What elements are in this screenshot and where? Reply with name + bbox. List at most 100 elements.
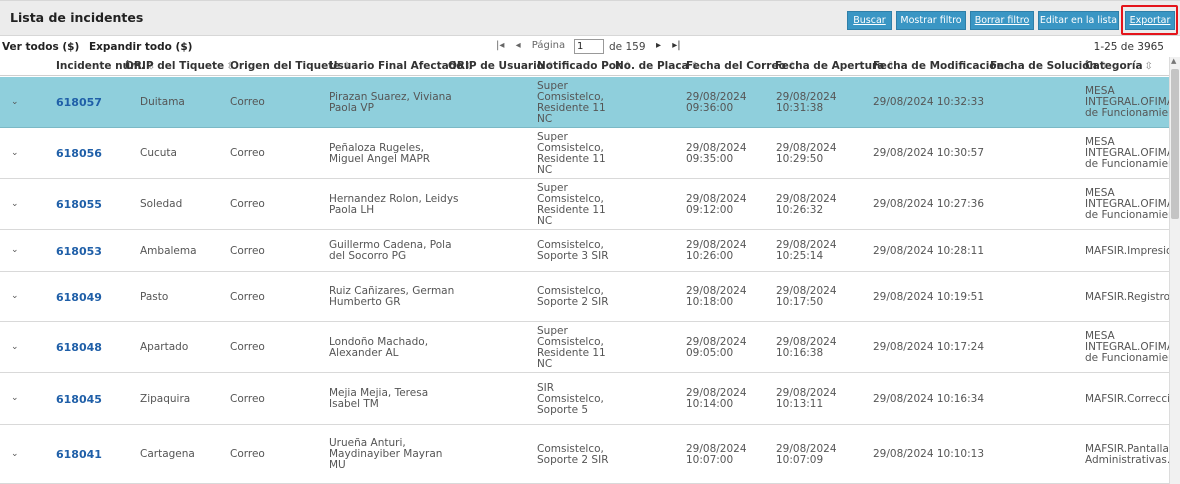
page-label: Página	[531, 40, 566, 51]
email-date-cell: 29/08/2024 10:18:00	[686, 285, 747, 308]
opening-date-cell: 29/08/2024 10:07:09	[776, 443, 837, 466]
orip-cell: Ambalema	[140, 245, 197, 257]
email-date-cell: 29/08/2024 09:12:00	[686, 193, 747, 216]
category-cell: MESA INTEGRAL.OFIMATI de Funcionamiento	[1085, 187, 1180, 221]
last-page-icon[interactable]: ▸|	[672, 40, 680, 51]
incident-number-link[interactable]: 618041	[56, 449, 102, 460]
orip-cell: Cartagena	[140, 448, 195, 460]
incident-number-link[interactable]: 618049	[56, 292, 102, 303]
table-row[interactable]: ⌄ 618057 Duitama Correo Pirazan Suarez, Vivi…	[0, 77, 1180, 128]
prev-page-icon[interactable]: ◂	[516, 40, 521, 51]
table-row[interactable]: ⌄ 618045 Zipaquira Correo Mejia Mejia, Teres…	[0, 373, 1180, 425]
end-user-cell: Pirazan Suarez, Viviana Paola VP	[329, 91, 452, 114]
page-number-input[interactable]	[574, 39, 604, 54]
page-title: Lista de incidentes	[10, 10, 144, 25]
column-header-label: Origen del Tiquete	[230, 60, 341, 72]
search-button[interactable]: Buscar	[847, 11, 892, 30]
incident-number-link[interactable]: 618057	[56, 97, 102, 108]
orip-cell: Cucuta	[140, 147, 177, 159]
expand-all-link[interactable]: Expandir todo ($)	[89, 41, 193, 53]
notified-by-cell: Comsistelco, Soporte 3 SIR	[537, 239, 609, 262]
chevron-down-icon[interactable]: ⌄	[11, 148, 19, 158]
chevron-down-icon[interactable]: ⌄	[11, 245, 19, 255]
notified-by-cell: Super Comsistelco, Residente 11 NC	[537, 80, 606, 125]
show-filter-button[interactable]: Mostrar filtro	[896, 11, 966, 30]
category-cell: MESA INTEGRAL.OFIMATI de Funcionamiento	[1085, 330, 1180, 364]
modified-date-cell: 29/08/2024 10:28:11	[873, 245, 985, 257]
edit-in-list-button[interactable]: Editar en la lista	[1038, 11, 1119, 30]
modified-date-cell: 29/08/2024 10:17:24	[873, 341, 985, 353]
notified-by-cell: Super Comsistelco, Residente 11 NC	[537, 325, 606, 370]
chevron-down-icon[interactable]: ⌄	[11, 393, 19, 403]
modified-date-cell: 29/08/2024 10:27:36	[873, 198, 985, 210]
notified-by-cell: Comsistelco, Soporte 2 SIR	[537, 443, 609, 466]
category-cell: MAFSIR.Impresion	[1085, 245, 1180, 257]
next-page-icon[interactable]: ▸	[656, 40, 661, 51]
opening-date-cell: 29/08/2024 10:25:14	[776, 239, 837, 262]
column-header-label: Notificado Por	[537, 60, 622, 72]
table-row[interactable]: ⌄ 618056 Cucuta Correo Peñaloza Rugeles, Migu…	[0, 128, 1180, 179]
table-row[interactable]: ⌄ 618048 Apartado Correo Londoño Machado, Ale…	[0, 322, 1180, 373]
origin-cell: Correo	[230, 393, 265, 405]
column-header-label: ORIP del Tiquete	[125, 60, 225, 72]
opening-date-cell: 29/08/2024 10:26:32	[776, 193, 837, 216]
chevron-down-icon[interactable]: ⌄	[11, 97, 19, 107]
page-total-label: de 159	[609, 41, 646, 53]
vertical-scrollbar[interactable]: ▲	[1169, 57, 1180, 484]
notified-by-cell: Comsistelco, Soporte 2 SIR	[537, 285, 609, 308]
notified-by-cell: Super Comsistelco, Residente 11 NC	[537, 182, 606, 227]
origin-cell: Correo	[230, 147, 265, 159]
origin-cell: Correo	[230, 448, 265, 460]
end-user-cell: Urueña Anturi, Maydinayiber Mayran MU	[329, 437, 443, 471]
modified-date-cell: 29/08/2024 10:16:34	[873, 393, 985, 405]
table-row[interactable]: ⌄ 618041 Cartagena Correo Urueña Anturi, Mayd…	[0, 425, 1180, 484]
opening-date-cell: 29/08/2024 10:17:50	[776, 285, 837, 308]
category-cell: MESA INTEGRAL.OFIMATI de Funcionamiento	[1085, 85, 1180, 119]
chevron-down-icon[interactable]: ⌄	[11, 291, 19, 301]
table-row[interactable]: ⌄ 618053 Ambalema Correo Guillermo Cadena, P…	[0, 230, 1179, 272]
list-title-bar: Lista de incidentes Buscar Mostrar filtr…	[0, 0, 1180, 36]
origin-cell: Correo	[230, 96, 265, 108]
origin-cell: Correo	[230, 198, 265, 210]
chevron-down-icon[interactable]: ⌄	[11, 199, 19, 209]
incident-number-link[interactable]: 618048	[56, 342, 102, 353]
end-user-cell: Londoño Machado, Alexander AL	[329, 336, 429, 359]
column-header-12[interactable]: Categoría ⇳	[1085, 60, 1153, 72]
incident-number-link[interactable]: 618056	[56, 148, 102, 159]
column-header-row: Incidente núm. ⇳ ORIP del Tiquete ⇳ Origen d…	[0, 57, 1180, 76]
scrollbar-thumb[interactable]	[1171, 69, 1179, 219]
chevron-down-icon[interactable]: ⌄	[11, 342, 19, 352]
modified-date-cell: 29/08/2024 10:10:13	[873, 448, 985, 460]
incident-number-link[interactable]: 618055	[56, 199, 102, 210]
email-date-cell: 29/08/2024 10:26:00	[686, 239, 747, 262]
notified-by-cell: Super Comsistelco, Residente 11 NC	[537, 131, 606, 176]
sort-arrows-icon[interactable]: ⇳	[1145, 61, 1153, 72]
incident-number-link[interactable]: 618053	[56, 246, 102, 257]
end-user-cell: Mejia Mejia, Teresa Isabel TM	[329, 387, 429, 410]
table-row[interactable]: ⌄ 618055 Soledad Correo Hernandez Rolon, Lei…	[0, 179, 1180, 230]
first-page-icon[interactable]: |◂	[496, 40, 504, 51]
category-cell: MAFSIR.Correccion	[1085, 393, 1180, 405]
view-all-link[interactable]: Ver todos ($)	[2, 41, 79, 53]
orip-cell: Soledad	[140, 198, 183, 210]
origin-cell: Correo	[230, 291, 265, 303]
origin-cell: Correo	[230, 245, 265, 257]
orip-cell: Apartado	[140, 341, 189, 353]
end-user-cell: Peñaloza Rugeles, Miguel Angel MAPR	[329, 142, 431, 165]
scroll-up-icon[interactable]: ▲	[1171, 57, 1176, 65]
opening-date-cell: 29/08/2024 10:31:38	[776, 91, 837, 114]
column-header-label: Fecha de Modificacion	[873, 60, 1004, 72]
incident-number-link[interactable]: 618045	[56, 394, 102, 405]
export-highlight-box	[1121, 5, 1178, 35]
orip-cell: Duitama	[140, 96, 185, 108]
orip-cell: Zipaquira	[140, 393, 191, 405]
email-date-cell: 29/08/2024 10:07:00	[686, 443, 747, 466]
chevron-down-icon[interactable]: ⌄	[11, 449, 19, 459]
table-row[interactable]: ⌄ 618049 Pasto Correo Ruiz Cañizares, German…	[0, 272, 1180, 322]
end-user-cell: Ruiz Cañizares, German Humberto GR	[329, 285, 455, 308]
modified-date-cell: 29/08/2024 10:32:33	[873, 96, 985, 108]
email-date-cell: 29/08/2024 09:05:00	[686, 336, 747, 359]
column-header-2[interactable]: ORIP del Tiquete ⇳	[125, 60, 235, 72]
clear-filter-button[interactable]: Borrar filtro	[970, 11, 1034, 30]
modified-date-cell: 29/08/2024 10:30:57	[873, 147, 985, 159]
